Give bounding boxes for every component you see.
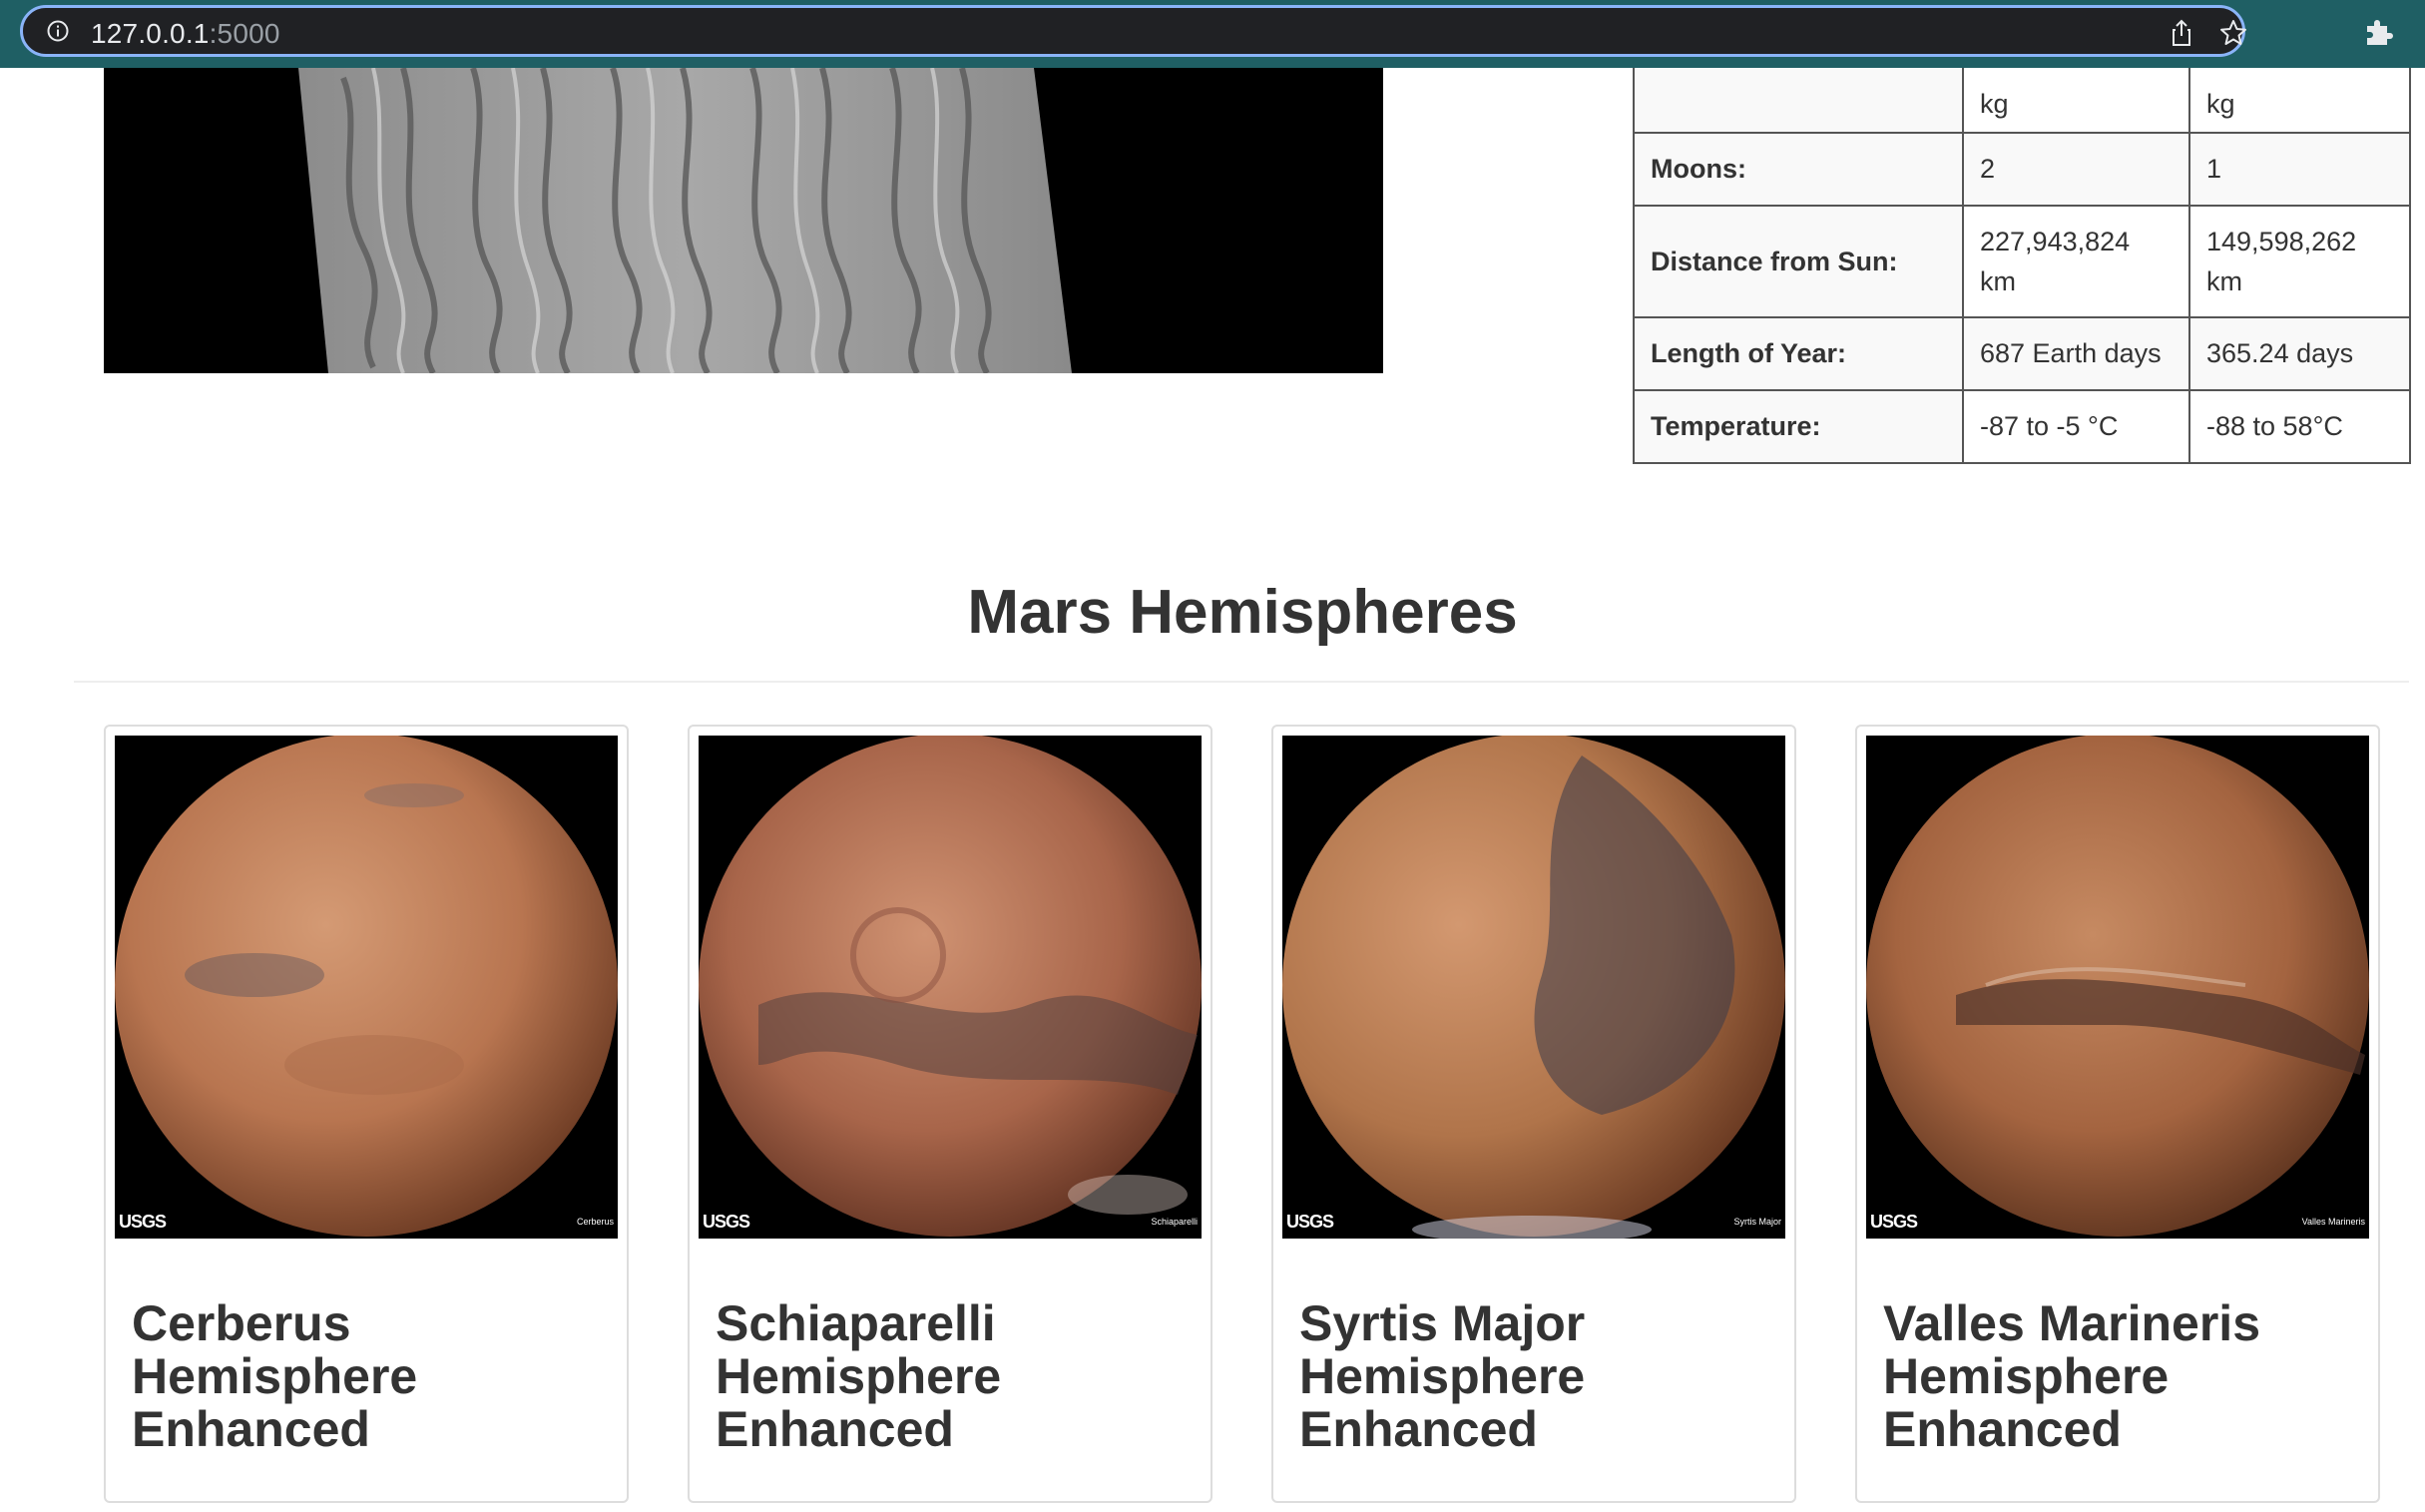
usgs-logo: USGS: [703, 1212, 750, 1232]
section-divider: [74, 681, 2409, 683]
facts-row: Temperature: -87 to -5 °C -88 to 58°C: [1633, 389, 2411, 464]
extensions-puzzle-icon[interactable]: [2363, 16, 2395, 48]
mars-value: 2: [1962, 132, 2190, 207]
facts-row: Moons: 2 1: [1633, 132, 2411, 207]
hemisphere-title[interactable]: Cerberus Hemisphere Enhanced: [132, 1297, 591, 1456]
facts-row: Length of Year: 687 Earth days 365.24 days: [1633, 316, 2411, 391]
fact-label: Distance from Sun:: [1633, 205, 1964, 318]
image-caption: Schiaparelli: [1151, 1217, 1198, 1227]
usgs-logo: USGS: [1286, 1212, 1334, 1232]
fact-label: Temperature:: [1633, 389, 1964, 464]
earth-value: 365.24 days: [2188, 316, 2411, 391]
url-text[interactable]: 127.0.0.1:5000: [91, 18, 280, 50]
image-caption: Cerberus: [576, 1217, 614, 1227]
hemisphere-image-valles-marineris[interactable]: USGS Valles Marineris: [1866, 736, 2369, 1239]
mars-value: -87 to -5 °C: [1962, 389, 2190, 464]
facts-row: kg kg: [1633, 68, 2411, 134]
url-host: 127.0.0.1: [91, 18, 210, 49]
hemisphere-image-syrtis-major[interactable]: USGS Syrtis Major: [1282, 736, 1785, 1239]
featured-mars-image: [104, 68, 1383, 373]
section-title: Mars Hemispheres: [967, 578, 1518, 647]
usgs-logo: USGS: [1870, 1212, 1918, 1232]
mars-value: kg: [1962, 68, 2190, 134]
fact-label: [1633, 68, 1964, 134]
bookmark-star-icon[interactable]: [2218, 18, 2248, 48]
fact-label: Length of Year:: [1633, 316, 1964, 391]
hemisphere-title[interactable]: Schiaparelli Hemisphere Enhanced: [716, 1297, 1175, 1456]
hemisphere-card-valles-marineris[interactable]: USGS Valles Marineris Valles Marineris H…: [1855, 725, 2380, 1503]
hemisphere-card-schiaparelli[interactable]: USGS Schiaparelli Schiaparelli Hemispher…: [688, 725, 1212, 1503]
fact-label: Moons:: [1633, 132, 1964, 207]
usgs-logo: USGS: [119, 1212, 167, 1232]
mars-value: 687 Earth days: [1962, 316, 2190, 391]
hemisphere-title[interactable]: Valles Marineris Hemisphere Enhanced: [1883, 1297, 2342, 1456]
browser-toolbar: 127.0.0.1:5000: [0, 0, 2425, 68]
hemisphere-card-syrtis-major[interactable]: USGS Syrtis Major Syrtis Major Hemispher…: [1271, 725, 1796, 1503]
mars-earth-facts-table: kg kg Moons: 2 1 Distance from Sun: 227,943,82…: [1633, 68, 2411, 464]
image-caption: Syrtis Major: [1733, 1217, 1781, 1227]
mars-value: 227,943,824 km: [1962, 205, 2190, 318]
earth-value: -88 to 58°C: [2188, 389, 2411, 464]
url-port: :5000: [209, 18, 280, 49]
earth-value: kg: [2188, 68, 2411, 134]
image-caption: Valles Marineris: [2301, 1217, 2365, 1227]
hemisphere-image-schiaparelli[interactable]: USGS Schiaparelli: [699, 736, 1202, 1239]
earth-value: 149,598,262 km: [2188, 205, 2411, 318]
share-icon[interactable]: [2167, 18, 2196, 48]
info-icon[interactable]: [47, 20, 69, 42]
hemisphere-image-cerberus[interactable]: USGS Cerberus: [115, 736, 618, 1239]
address-bar[interactable]: 127.0.0.1:5000: [20, 5, 2248, 57]
hemisphere-title[interactable]: Syrtis Major Hemisphere Enhanced: [1299, 1297, 1758, 1456]
hemisphere-card-cerberus[interactable]: USGS Cerberus Cerberus Hemisphere Enhanc…: [104, 725, 629, 1503]
facts-row: Distance from Sun: 227,943,824 km 149,598,…: [1633, 205, 2411, 318]
earth-value: 1: [2188, 132, 2411, 207]
